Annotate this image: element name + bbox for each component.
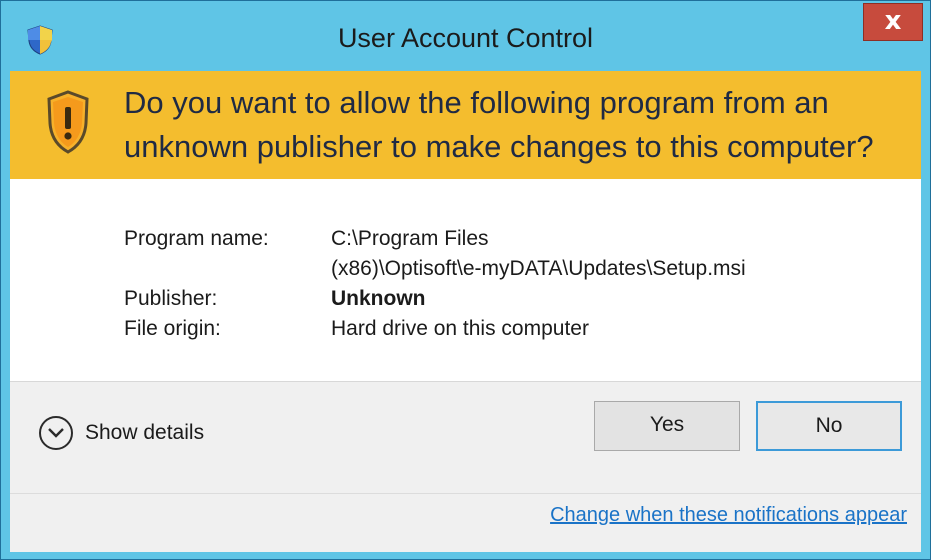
prompt-question: Do you want to allow the following progr… [124, 81, 914, 169]
file-origin-value: Hard drive on this computer [331, 317, 589, 340]
chevron-down-icon[interactable] [39, 416, 73, 450]
yes-button[interactable]: Yes [594, 401, 740, 451]
publisher-value: Unknown [331, 287, 426, 310]
publisher-label: Publisher: [124, 287, 218, 310]
program-name-label: Program name: [124, 227, 269, 250]
program-details: Program name: C:\Program Files (x86)\Opt… [10, 179, 921, 382]
uac-dialog-window: User Account Control x Do you want to al… [0, 0, 931, 560]
show-details-label[interactable]: Show details [85, 421, 204, 445]
prompt-question-line-2: unknown publisher to make changes to thi… [124, 129, 874, 164]
program-name-value-line-2: (x86)\Optisoft\e-myDATA\Updates\Setup.ms… [331, 257, 746, 280]
file-origin-label: File origin: [124, 317, 221, 340]
warning-banner: Do you want to allow the following progr… [10, 71, 921, 179]
window-title: User Account Control [337, 23, 594, 53]
warning-shield-icon [46, 89, 90, 155]
title-bar: User Account Control x [1, 1, 930, 71]
dialog-footer: Show details Yes No Change when these no… [10, 382, 921, 552]
show-details-toggle[interactable]: Show details [39, 415, 204, 451]
footer-divider [10, 493, 921, 494]
change-notifications-link[interactable]: Change when these notifications appear [550, 504, 907, 527]
no-button[interactable]: No [756, 401, 902, 451]
prompt-question-line-1: Do you want to allow the following progr… [124, 85, 829, 120]
dialog-content: Do you want to allow the following progr… [10, 71, 921, 552]
program-name-value-line-1: C:\Program Files [331, 227, 489, 250]
close-button[interactable]: x [863, 3, 923, 41]
